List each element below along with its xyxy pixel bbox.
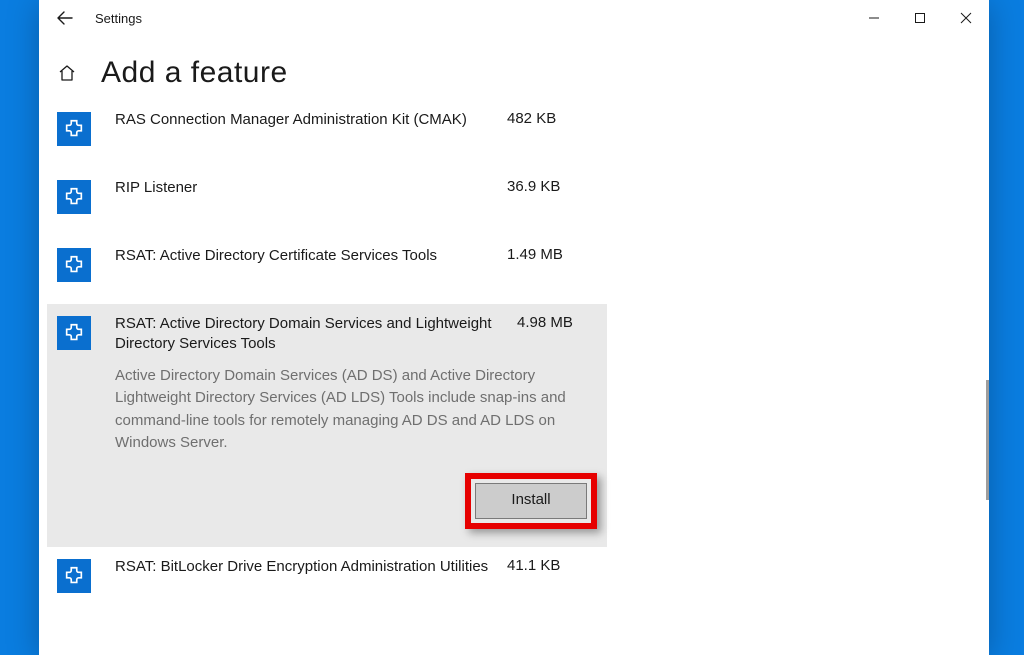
feature-size: 36.9 KB <box>507 178 587 226</box>
close-button[interactable] <box>943 0 989 36</box>
feature-size: 4.98 MB <box>517 314 597 331</box>
puzzle-icon <box>63 254 85 276</box>
puzzle-icon <box>63 186 85 208</box>
back-button[interactable] <box>57 10 73 26</box>
feature-size: 482 KB <box>507 110 587 158</box>
home-icon <box>58 64 76 82</box>
feature-description: Active Directory Domain Services (AD DS)… <box>115 365 597 455</box>
feature-size: 41.1 KB <box>507 557 587 574</box>
page-title: Add a feature <box>101 56 288 90</box>
feature-item[interactable]: RSAT: BitLocker Drive Encryption Adminis… <box>57 547 597 603</box>
feature-name: RSAT: Active Directory Domain Services a… <box>115 314 503 355</box>
feature-name: RAS Connection Manager Administration Ki… <box>115 110 493 158</box>
maximize-icon <box>914 12 926 24</box>
scrollbar-thumb[interactable] <box>986 380 989 500</box>
install-button[interactable]: Install <box>475 483 587 519</box>
settings-window: Settings Add a feature <box>39 0 989 655</box>
home-button[interactable] <box>57 63 77 83</box>
feature-item[interactable]: RSAT: Active Directory Certificate Servi… <box>57 236 597 304</box>
feature-name: RSAT: Active Directory Certificate Servi… <box>115 246 493 294</box>
feature-name: RSAT: BitLocker Drive Encryption Adminis… <box>115 557 493 577</box>
puzzle-icon <box>63 322 85 344</box>
feature-icon-box <box>57 248 91 282</box>
window-title: Settings <box>95 11 142 26</box>
feature-actions: Install <box>57 455 597 537</box>
feature-icon-box <box>57 112 91 146</box>
window-controls <box>851 0 989 36</box>
puzzle-icon <box>63 118 85 140</box>
feature-list: RAS Connection Manager Administration Ki… <box>57 100 597 603</box>
page-header: Add a feature <box>57 56 989 90</box>
maximize-button[interactable] <box>897 0 943 36</box>
feature-name: RIP Listener <box>115 178 493 226</box>
arrow-left-icon <box>57 10 73 26</box>
minimize-icon <box>868 12 880 24</box>
feature-icon-box <box>57 180 91 214</box>
content-area: Add a feature RAS Connection Manager Adm… <box>39 36 989 603</box>
close-icon <box>960 12 972 24</box>
annotation-highlight: Install <box>465 473 597 529</box>
feature-size: 1.49 MB <box>507 246 587 294</box>
feature-item-selected[interactable]: RSAT: Active Directory Domain Services a… <box>47 304 607 547</box>
puzzle-icon <box>63 565 85 587</box>
title-bar: Settings <box>39 0 989 36</box>
feature-icon-box <box>57 559 91 593</box>
feature-icon-box <box>57 316 91 350</box>
minimize-button[interactable] <box>851 0 897 36</box>
feature-item[interactable]: RAS Connection Manager Administration Ki… <box>57 100 597 168</box>
feature-item[interactable]: RIP Listener 36.9 KB <box>57 168 597 236</box>
